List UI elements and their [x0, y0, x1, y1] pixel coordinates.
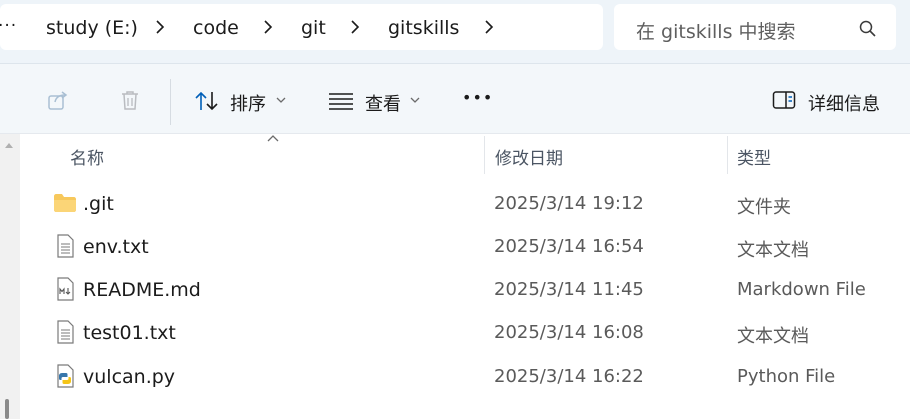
chevron-right-icon[interactable] [481, 16, 497, 38]
text-file-icon [57, 320, 74, 344]
column-header-name[interactable]: 名称 [70, 144, 104, 169]
chevron-right-icon[interactable] [347, 16, 363, 38]
details-pane-icon[interactable] [772, 90, 796, 110]
file-row-test01-txt[interactable]: test01.txt 2025/3/14 16:08 文本文档 [24, 312, 910, 352]
file-row-readme[interactable]: README.md 2025/3/14 11:45 Markdown File [24, 269, 910, 309]
file-date: 2025/3/14 16:22 [494, 366, 644, 387]
view-icon[interactable] [328, 92, 354, 110]
column-header-date[interactable]: 修改日期 [495, 144, 563, 169]
search-input[interactable]: 在 gitskills 中搜索 [614, 4, 896, 50]
text-file-icon [57, 234, 74, 258]
markdown-file-icon [57, 277, 74, 301]
sort-icon[interactable] [194, 90, 220, 112]
column-divider[interactable] [727, 136, 728, 174]
breadcrumb-gitskills[interactable]: gitskills [388, 17, 459, 39]
address-bar-area: ··· study (E:) code git gitskills 在 gits… [0, 0, 910, 64]
file-row-git[interactable]: .git 2025/3/14 19:12 文件夹 [24, 183, 910, 223]
file-type: Python File [737, 366, 836, 387]
breadcrumb-code[interactable]: code [193, 17, 239, 39]
search-placeholder: 在 gitskills 中搜索 [636, 21, 796, 43]
more-options-button[interactable]: ••• [462, 88, 493, 107]
view-button[interactable]: 查看 [365, 90, 401, 116]
file-date: 2025/3/14 16:08 [494, 322, 644, 343]
file-date: 2025/3/14 19:12 [494, 193, 644, 214]
toolbar-separator [170, 79, 171, 125]
scroll-up-arrow-icon[interactable] [3, 140, 15, 150]
file-date: 2025/3/14 11:45 [494, 279, 644, 300]
python-file-icon [57, 364, 74, 388]
scrollbar-thumb[interactable] [5, 399, 9, 419]
file-name: test01.txt [83, 322, 176, 344]
search-icon[interactable] [858, 19, 878, 39]
folder-icon [54, 194, 76, 212]
file-type: 文本文档 [737, 326, 809, 347]
file-type: Markdown File [737, 279, 866, 300]
breadcrumb-overflow[interactable]: ··· [0, 16, 17, 36]
file-row-vulcan-py[interactable]: vulcan.py 2025/3/14 16:22 Python File [24, 356, 910, 396]
chevron-right-icon[interactable] [152, 16, 168, 38]
breadcrumb[interactable]: ··· study (E:) code git gitskills [0, 4, 603, 50]
breadcrumb-git[interactable]: git [301, 17, 326, 39]
breadcrumb-study-drive[interactable]: study (E:) [46, 17, 138, 39]
details-button[interactable]: 详细信息 [808, 90, 880, 116]
file-type: 文本文档 [737, 240, 809, 261]
chevron-down-icon[interactable] [410, 96, 420, 104]
chevron-right-icon[interactable] [260, 16, 276, 38]
file-name: .git [83, 193, 114, 215]
command-bar: 排序 查看 ••• 详细信息 [0, 64, 910, 134]
file-row-env-txt[interactable]: env.txt 2025/3/14 16:54 文本文档 [24, 226, 910, 266]
delete-icon[interactable] [118, 88, 142, 112]
file-name: vulcan.py [83, 366, 176, 388]
file-type: 文件夹 [737, 197, 791, 218]
column-divider[interactable] [484, 136, 485, 174]
file-date: 2025/3/14 16:54 [494, 236, 644, 257]
column-header-type[interactable]: 类型 [737, 144, 771, 169]
share-icon[interactable] [46, 88, 70, 112]
scrollbar[interactable] [0, 134, 20, 419]
file-name: env.txt [83, 236, 149, 258]
file-name: README.md [83, 279, 201, 301]
sort-button[interactable]: 排序 [230, 90, 266, 116]
sort-ascending-icon [267, 135, 279, 142]
chevron-down-icon[interactable] [276, 96, 286, 104]
